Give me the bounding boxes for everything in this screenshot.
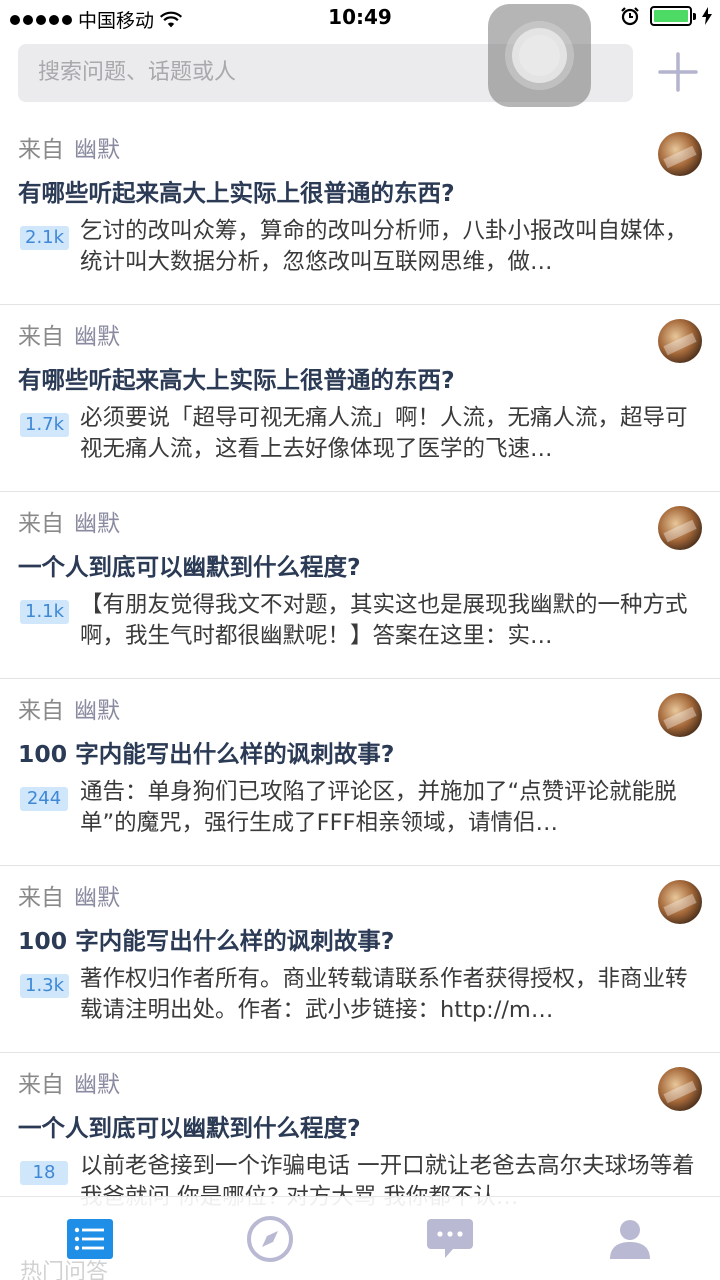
avatar[interactable] xyxy=(658,319,702,363)
peek-section-label: 热门问答 xyxy=(20,1260,109,1280)
vote-count-badge: 2.1k xyxy=(20,226,70,250)
list-icon xyxy=(67,1219,113,1259)
question-title[interactable]: 一个人到底可以幽默到什么程度? xyxy=(18,1109,361,1143)
card-source: 来自 幽默 xyxy=(18,698,120,724)
feed-list: 来自 幽默 有哪些听起来高大上实际上很普通的东西? 2.1k 乞讨的改叫众筹，算命… xyxy=(0,118,720,1240)
add-question-icon[interactable] xyxy=(656,50,700,94)
topic-link[interactable]: 幽默 xyxy=(74,137,120,163)
feed-card[interactable]: 来自 幽默 有哪些听起来高大上实际上很普通的东西? 2.1k 乞讨的改叫众筹，算命… xyxy=(0,118,720,305)
answer-excerpt[interactable]: 通告：单身狗们已攻陷了评论区，并施加了“点赞评论就能脱单”的魔咒，强行生成了FF… xyxy=(80,777,705,839)
card-source: 来自 幽默 xyxy=(18,137,120,163)
charging-icon xyxy=(702,7,712,25)
person-icon xyxy=(610,1220,650,1259)
question-title[interactable]: 有哪些听起来高大上实际上很普通的东西? xyxy=(18,174,455,208)
status-bar: 中国移动 10:49 xyxy=(0,0,720,36)
vote-count-badge: 244 xyxy=(20,787,68,811)
question-title[interactable]: 一个人到底可以幽默到什么程度? xyxy=(18,548,361,582)
feed-card[interactable]: 来自 幽默 100 字内能写出什么样的讽刺故事? 244 通告：单身狗们已攻陷了评… xyxy=(0,679,720,866)
answer-excerpt[interactable]: 乞讨的改叫众筹，算命的改叫分析师，八卦小报改叫自媒体，统计叫大数据分析，忽悠改叫… xyxy=(80,216,705,278)
status-right xyxy=(620,6,712,26)
topic-link[interactable]: 幽默 xyxy=(74,511,120,537)
vote-count-badge: 18 xyxy=(20,1161,68,1185)
card-source: 来自 幽默 xyxy=(18,324,120,350)
compass-icon xyxy=(247,1216,293,1262)
feed-card[interactable]: 来自 幽默 有哪些听起来高大上实际上很普通的东西? 1.7k 必须要说「超导可视无… xyxy=(0,305,720,492)
question-title[interactable]: 100 字内能写出什么样的讽刺故事? xyxy=(18,922,394,956)
status-time: 10:49 xyxy=(328,5,392,29)
topic-link[interactable]: 幽默 xyxy=(74,1072,120,1098)
alarm-icon xyxy=(621,7,639,26)
card-source: 来自 幽默 xyxy=(18,885,120,911)
vote-count-badge: 1.1k xyxy=(20,600,70,624)
vote-count-badge: 1.7k xyxy=(20,413,70,437)
question-title[interactable]: 100 字内能写出什么样的讽刺故事? xyxy=(18,735,394,769)
avatar[interactable] xyxy=(658,506,702,550)
tab-explore[interactable] xyxy=(246,1215,294,1263)
answer-excerpt[interactable]: 【有朋友觉得我文不对题，其实这也是展现我幽默的一种方式啊，我生气时都很幽默呢！】… xyxy=(80,590,705,652)
avatar[interactable] xyxy=(658,1067,702,1111)
feed-card[interactable]: 来自 幽默 一个人到底可以幽默到什么程度? 1.1k 【有朋友觉得我文不对题，其实… xyxy=(0,492,720,679)
card-source: 来自 幽默 xyxy=(18,1072,120,1098)
battery-icon xyxy=(650,6,696,26)
avatar[interactable] xyxy=(658,880,702,924)
chat-icon xyxy=(427,1219,473,1258)
card-source: 来自 幽默 xyxy=(18,511,120,537)
tab-messages[interactable] xyxy=(426,1215,474,1263)
topic-link[interactable]: 幽默 xyxy=(74,885,120,911)
avatar[interactable] xyxy=(658,693,702,737)
tab-profile[interactable] xyxy=(606,1215,654,1263)
answer-excerpt[interactable]: 著作权归作者所有。商业转载请联系作者获得授权，非商业转载请注明出处。作者：武小步… xyxy=(80,964,705,1026)
feed-card[interactable]: 来自 幽默 100 字内能写出什么样的讽刺故事? 1.3k 著作权归作者所有。商业… xyxy=(0,866,720,1053)
topic-link[interactable]: 幽默 xyxy=(74,324,120,350)
avatar[interactable] xyxy=(658,132,702,176)
question-title[interactable]: 有哪些听起来高大上实际上很普通的东西? xyxy=(18,361,455,395)
answer-excerpt[interactable]: 必须要说「超导可视无痛人流」啊！人流，无痛人流，超导可视无痛人流，这看上去好像体… xyxy=(80,403,705,465)
topic-link[interactable]: 幽默 xyxy=(74,698,120,724)
assistive-touch-button[interactable] xyxy=(488,4,591,107)
vote-count-badge: 1.3k xyxy=(20,974,70,998)
